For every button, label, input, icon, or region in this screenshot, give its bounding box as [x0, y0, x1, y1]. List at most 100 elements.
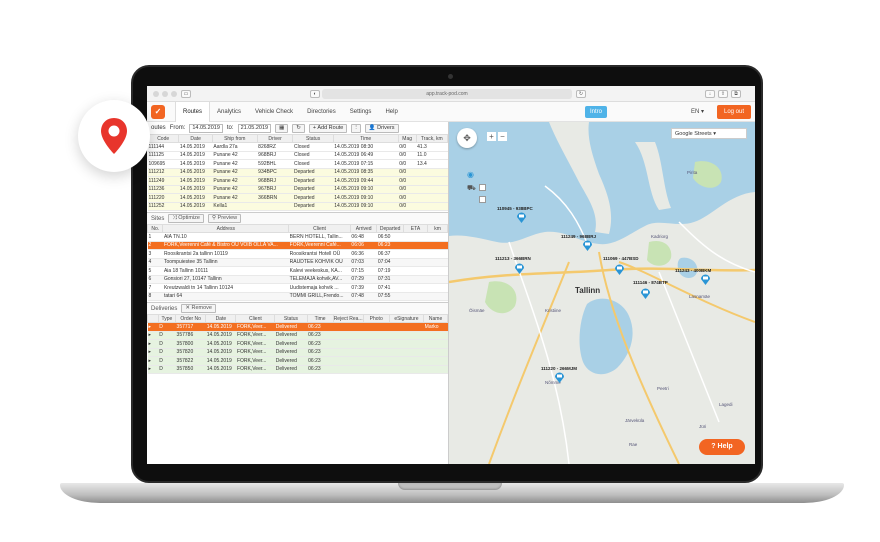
tab-help[interactable]: Help — [378, 102, 404, 122]
routes-column-header[interactable]: Time — [332, 134, 399, 143]
site-row[interactable]: 7 Kreutzwaldi tn 14 Tallinn 10124 Uudistem… — [147, 283, 448, 293]
truck-icon[interactable] — [641, 288, 650, 299]
preview-button[interactable]: ⚲ Preview — [207, 214, 242, 223]
delivery-row[interactable]: ▸ D 357822 14.05.2019 FORK,Veer... Delivered 0… — [147, 356, 448, 366]
tab-settings[interactable]: Settings — [343, 102, 379, 122]
reload-icon[interactable]: ↻ — [576, 90, 586, 98]
route-row[interactable]: 111220 14.05.2019 Punane 42 366BRN Departed 1… — [147, 193, 448, 203]
site-row[interactable]: 3 Roosikrantsi 2a tallinn 10119 Roosikrant… — [147, 249, 448, 259]
route-row[interactable]: 111144 14.05.2019 Aardla 27a 8268RZ Closed 14… — [147, 142, 448, 152]
deliveries-column-header[interactable]: Status — [274, 314, 308, 323]
sites-column-header[interactable]: Departed — [376, 224, 404, 233]
add-route-button[interactable]: + Add Route — [308, 123, 348, 133]
deliveries-column-header[interactable]: Type — [157, 314, 177, 323]
expand-icon[interactable]: ▸ — [147, 322, 159, 332]
vehicle-filter-icon[interactable]: ⛟ — [467, 184, 476, 193]
expand-icon[interactable]: ▸ — [147, 339, 159, 349]
zoom-out-button[interactable]: − — [498, 132, 507, 141]
site-row[interactable]: 2 FORK,Veerenni Café & Bistro OÜ VÕIB OLL… — [147, 241, 448, 250]
deliveries-column-header[interactable] — [147, 314, 159, 323]
map-view[interactable]: ✥ + − Google Streets ▾ ◉ ⛟ Tallinn Pirit… — [449, 122, 755, 464]
location-icon[interactable]: ◉ — [467, 170, 474, 179]
remove-button[interactable]: ✕ Remove — [181, 304, 216, 313]
delivery-row[interactable]: ▸ D 357850 14.05.2019 FORK,Veer... Delivered 0… — [147, 365, 448, 374]
deliveries-column-header[interactable]: Reject Rea... — [332, 314, 364, 323]
delivery-row[interactable]: ▸ D 357786 14.05.2019 FORK,Veer... Delivered 0… — [147, 331, 448, 340]
download-icon[interactable]: ↓ — [705, 90, 715, 98]
logout-button[interactable]: Log out — [717, 105, 751, 119]
sites-column-header[interactable]: No. — [147, 224, 164, 233]
expand-icon[interactable]: ▸ — [147, 348, 159, 357]
site-row[interactable]: 1 AIA TN.10 BERN HOTELL, Tallin... 06:48 06:… — [147, 232, 448, 242]
route-row[interactable]: 111212 14.05.2019 Punane 42 934BPC Departed 1… — [147, 168, 448, 177]
window-dot[interactable] — [162, 91, 168, 97]
route-row[interactable]: 111125 14.05.2019 Punane 42 968BRJ Closed 14.… — [147, 151, 448, 160]
site-row[interactable]: 6 Gonsiori 27, 10147 Tallinn TELEMAJA kohv… — [147, 275, 448, 284]
routes-column-header[interactable]: Status — [292, 134, 334, 143]
deliveries-column-header[interactable]: Client — [235, 314, 276, 323]
deliveries-column-header[interactable]: Photo — [362, 314, 390, 323]
delivery-row[interactable]: ▸ D 357800 14.05.2019 FORK,Veer... Delivered 0… — [147, 339, 448, 349]
sites-column-header[interactable]: Client — [288, 224, 351, 233]
routes-column-header[interactable]: Date — [178, 134, 213, 143]
site-row[interactable]: 5 Aia 18 Tallinn 10111 Kalevi veekeskus, K… — [147, 266, 448, 276]
sites-column-header[interactable]: km — [427, 224, 448, 233]
site-row[interactable]: 4 Toompuiestee 35 Tallinn RAUDTEE KOHVIK O… — [147, 258, 448, 267]
routes-column-header[interactable]: Driver — [256, 134, 294, 143]
deliveries-column-header[interactable]: Date — [205, 314, 237, 323]
route-row[interactable]: 109695 14.05.2019 Punane 42 592BHL Closed 14.… — [147, 159, 448, 169]
expand-icon[interactable]: ▸ — [147, 365, 159, 374]
sites-column-header[interactable]: ETA — [402, 224, 429, 233]
from-date-input[interactable]: 14.05.2019 — [189, 123, 223, 133]
map-layer-select[interactable]: Google Streets ▾ — [671, 128, 747, 139]
language-select[interactable]: EN ▾ — [691, 106, 704, 118]
deliveries-column-header[interactable]: Name — [423, 314, 448, 323]
optimize-button[interactable]: ⤨ Optimize — [168, 214, 204, 223]
window-dot[interactable] — [171, 91, 177, 97]
delivery-row[interactable]: ▸ D 357820 14.05.2019 FORK,Veer... Delivered 0… — [147, 348, 448, 357]
site-row[interactable]: 8 tatari 64 TOMMI GRILL,Frendo... 07:48 07:5… — [147, 292, 448, 301]
truck-icon[interactable] — [515, 263, 524, 274]
share-icon[interactable]: ⇧ — [718, 90, 728, 98]
intro-button[interactable]: Intro — [585, 106, 607, 118]
routes-column-header[interactable]: Mag — [397, 134, 417, 143]
truck-icon[interactable] — [517, 212, 526, 223]
tabs-icon[interactable]: ⧉ — [731, 90, 741, 98]
tab-analytics[interactable]: Analytics — [210, 102, 248, 122]
truck-icon[interactable] — [555, 372, 564, 383]
privacy-icon[interactable]: ◐ — [310, 90, 320, 98]
tab-directories[interactable]: Directories — [300, 102, 343, 122]
tab-routes[interactable]: Routes — [175, 102, 211, 122]
truck-icon[interactable] — [701, 274, 710, 285]
sites-column-header[interactable]: Arrived — [349, 224, 378, 233]
route-filter-checkbox[interactable] — [479, 196, 486, 203]
drivers-button[interactable]: 👤 Drivers — [364, 123, 399, 133]
to-date-input[interactable]: 21.05.2019 — [237, 123, 272, 133]
routes-column-header[interactable]: Track, km — [415, 134, 449, 143]
deliveries-column-header[interactable]: Time — [306, 314, 334, 323]
window-dot[interactable] — [153, 91, 159, 97]
delivery-row[interactable]: ▸ D 357717 14.05.2019 FORK,Veer... Delivered 0… — [147, 322, 448, 332]
calendar-icon[interactable]: ▦ — [275, 123, 289, 133]
tab-vehicle-check[interactable]: Vehicle Check — [248, 102, 300, 122]
compass-icon[interactable]: ✥ — [457, 128, 477, 148]
help-button[interactable]: ? Help — [699, 439, 745, 455]
deliveries-column-header[interactable]: Order No — [175, 314, 207, 323]
app-logo[interactable]: ✓ — [151, 105, 165, 119]
routes-column-header[interactable]: Ship from — [211, 134, 258, 143]
routes-column-header[interactable]: Code — [147, 134, 180, 143]
filter-icon[interactable]: ⫶ — [351, 123, 361, 133]
vehicle-filter-checkbox[interactable] — [479, 184, 486, 191]
refresh-icon[interactable]: ↻ — [292, 123, 305, 133]
route-row[interactable]: 111249 14.05.2019 Punane 42 968BRJ Departed 1… — [147, 176, 448, 186]
truck-icon[interactable] — [583, 240, 592, 251]
route-row[interactable]: 111252 14.05.2019 Kella1 Departed 14.05.2019… — [147, 202, 448, 211]
truck-icon[interactable] — [615, 264, 624, 275]
sites-column-header[interactable]: Address — [162, 224, 290, 233]
expand-icon[interactable]: ▸ — [147, 356, 159, 366]
url-bar[interactable]: app.track-pod.com — [322, 89, 572, 99]
sidebar-toggle-icon[interactable]: ▭ — [181, 90, 191, 98]
route-row[interactable]: 111236 14.05.2019 Punane 42 967BRJ Departed 1… — [147, 185, 448, 194]
zoom-in-button[interactable]: + — [487, 132, 496, 141]
expand-icon[interactable]: ▸ — [147, 331, 159, 340]
